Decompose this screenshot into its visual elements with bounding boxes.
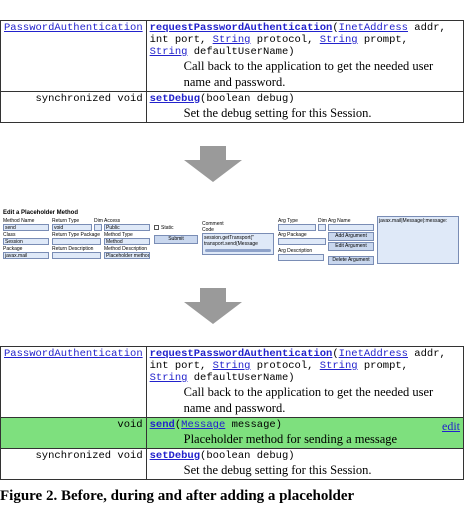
static-checkbox[interactable] (154, 225, 159, 230)
method-link[interactable]: setDebug (150, 450, 200, 462)
modifier-cell: void (0, 417, 147, 449)
argument-list[interactable]: javax.mail|Message|:message: (377, 216, 459, 264)
method-signature: requestPasswordAuthentication(InetAddres… (150, 348, 460, 384)
method-name-field[interactable]: send (3, 224, 49, 231)
label-static: Static (161, 225, 174, 231)
access-select[interactable]: Public (104, 224, 150, 231)
table-row-new-placeholder: void edit send(Message message) Placehol… (0, 417, 465, 449)
param-type-link[interactable]: String (150, 46, 188, 58)
method-cell: setDebug(boolean debug) Set the debug se… (145, 448, 465, 480)
after-api-table: PasswordAuthentication requestPasswordAu… (0, 346, 465, 480)
method-type-select[interactable]: Method (104, 238, 150, 245)
sig-text: protocol, (250, 360, 320, 372)
method-description: Set the debug setting for this Session. (183, 463, 372, 477)
modifier-cell: PasswordAuthentication (0, 346, 147, 418)
method-description: Placeholder method for sending a message (183, 432, 398, 446)
sig-text: prompt, (357, 360, 408, 372)
sig-text: int port, (149, 360, 213, 372)
before-api-table: PasswordAuthentication requestPasswordAu… (0, 20, 465, 123)
sig-text: addr, (407, 22, 446, 34)
table-row: PasswordAuthentication requestPasswordAu… (0, 20, 465, 92)
list-item[interactable]: javax.mail|Message|:message: (379, 218, 457, 224)
arg-package-field[interactable] (278, 238, 326, 245)
param-type-link[interactable]: String (213, 360, 251, 372)
code-line: transport.send(Message (204, 241, 258, 247)
param-type-link[interactable]: InetAddress (339, 22, 408, 34)
arg-name-field[interactable] (328, 224, 374, 231)
return-type-link[interactable]: PasswordAuthentication (4, 22, 143, 34)
param-type-link[interactable]: String (150, 372, 188, 384)
method-description: Call back to the application to get the … (183, 385, 434, 415)
class-field[interactable]: Session (3, 238, 49, 245)
method-cell: requestPasswordAuthentication(InetAddres… (145, 20, 465, 92)
modifier-cell: PasswordAuthentication (0, 20, 147, 92)
arg-description-field[interactable] (278, 254, 324, 261)
arg-dim-field[interactable] (318, 224, 326, 231)
modifier-cell: synchronized void (0, 448, 147, 480)
sig-text: protocol, (250, 34, 320, 46)
edit-argument-button[interactable]: Edit Argument (328, 242, 374, 251)
add-argument-button[interactable]: Add Argument (328, 232, 374, 241)
package-field[interactable]: javax.mail (3, 252, 49, 259)
method-link[interactable]: send (150, 419, 175, 431)
edit-link[interactable]: edit (442, 419, 460, 434)
param-type-link[interactable]: String (213, 34, 251, 46)
param-type-link[interactable]: InetAddress (339, 348, 408, 360)
method-description: Set the debug setting for this Session. (183, 106, 372, 120)
return-type-package-field[interactable] (52, 238, 101, 245)
sig-text: message) (225, 419, 282, 431)
method-cell: setDebug(boolean debug) Set the debug se… (145, 91, 465, 123)
editor-title: Edit a Placeholder Method (3, 210, 79, 216)
method-signature: setDebug(boolean debug) (150, 93, 460, 105)
method-cell: edit send(Message message) Placeholder m… (145, 417, 465, 449)
sig-text: int port, (149, 34, 213, 46)
method-cell: requestPasswordAuthentication(InetAddres… (145, 346, 465, 418)
modifier-cell: synchronized void (0, 91, 147, 123)
sig-text: (boolean debug) (200, 93, 295, 105)
dim-field[interactable] (94, 224, 102, 231)
param-type-link[interactable]: String (320, 34, 358, 46)
table-row: PasswordAuthentication requestPasswordAu… (0, 346, 465, 418)
sig-text: defaultUserName) (187, 46, 295, 58)
method-signature: setDebug(boolean debug) (150, 450, 460, 462)
method-link[interactable]: setDebug (150, 93, 200, 105)
return-type-link[interactable]: PasswordAuthentication (4, 348, 143, 360)
delete-argument-button[interactable]: Delete Argument (328, 256, 374, 265)
placeholder-editor-panel: Edit a Placeholder Method Method Name Re… (0, 208, 464, 268)
param-type-link[interactable]: Message (181, 419, 225, 431)
param-type-link[interactable]: String (320, 360, 358, 372)
sig-text: prompt, (357, 34, 408, 46)
method-description-field[interactable]: Placeholder method (104, 252, 150, 259)
method-link[interactable]: requestPasswordAuthentication (150, 22, 333, 34)
return-type-field[interactable]: void (52, 224, 92, 231)
sig-text: addr, (407, 348, 446, 360)
method-signature: send(Message message) (150, 419, 460, 431)
horizontal-scrollbar[interactable] (205, 249, 271, 252)
submit-button[interactable]: Submit (154, 235, 198, 244)
table-row: synchronized void setDebug(boolean debug… (0, 448, 465, 480)
return-description-field[interactable] (52, 252, 101, 259)
method-link[interactable]: requestPasswordAuthentication (150, 348, 333, 360)
table-row: synchronized void setDebug(boolean debug… (0, 91, 465, 123)
figure-caption: Figure 2. Before, during and after addin… (0, 488, 355, 504)
sig-text: (boolean debug) (200, 450, 295, 462)
down-arrow-icon (184, 146, 242, 182)
method-description: Call back to the application to get the … (183, 59, 434, 89)
arg-type-field[interactable] (278, 224, 316, 231)
code-textarea[interactable]: session.getTransport(" transport.send(Me… (202, 233, 274, 255)
down-arrow-icon (184, 288, 242, 324)
sig-text: defaultUserName) (187, 372, 295, 384)
method-signature: requestPasswordAuthentication(InetAddres… (150, 22, 460, 58)
